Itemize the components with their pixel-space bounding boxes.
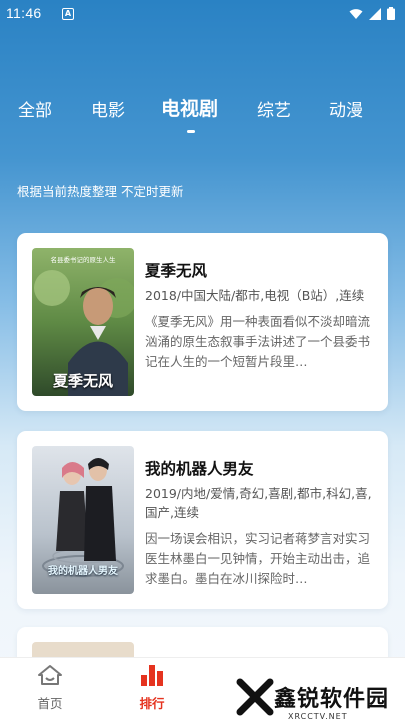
tab-movie[interactable]: 电影 [91,96,125,121]
tab-active-indicator [187,130,195,133]
bar-chart-icon [141,665,163,686]
category-tabs: 全部 电影 电视剧 综艺 动漫 [0,96,405,140]
notification-icon: A [62,8,74,20]
battery-icon [387,7,395,20]
status-icons [349,7,395,20]
nav-home-label: 首页 [37,696,63,711]
nav-home[interactable]: 首页 [20,664,80,712]
status-time: 11:46 [6,5,42,21]
wifi-icon [349,8,363,19]
nav-rank[interactable]: 排行 [122,664,182,712]
show-meta: 2019/内地/爱情,奇幻,喜剧,都市,科幻,喜,国产,连续 [145,486,372,520]
show-description: 《夏季无风》用一种表面看似不淡却暗流汹涌的原生态叙事手法讲述了一个县委书记在人生… [145,314,371,369]
list-subtitle: 根据当前热度整理 不定时更新 [17,184,184,199]
poster-caption: 名县委书记的原生人生 [50,256,116,264]
show-title: 夏季无风 [145,262,208,280]
status-bar: 11:46 A [0,0,405,28]
tab-anime[interactable]: 动漫 [329,96,363,121]
nav-rank-label: 排行 [139,696,165,711]
tab-all[interactable]: 全部 [18,96,52,121]
show-meta: 2018/中国大陆/都市,电视（B站）,连续 [145,288,365,303]
home-icon [38,665,62,685]
show-poster: 我的机器人男友 [32,446,134,594]
tab-tv-series[interactable]: 电视剧 [161,94,218,121]
tab-variety[interactable]: 综艺 [257,96,291,121]
show-poster: 名县委书记的原生人生 夏季无风 [32,248,134,396]
watermark-logo-icon [236,678,274,716]
watermark-subtext: XRCCTV.NET [287,712,348,720]
poster-title: 我的机器人男友 [48,566,118,577]
signal-icon [369,7,381,20]
show-title: 我的机器人男友 [145,460,254,478]
watermark: 鑫锐软件园 XRCCTV.NET [236,678,389,720]
show-card[interactable]: 名县委书记的原生人生 夏季无风 夏季无风 2018/中国大陆/都市,电视（B站）… [17,233,388,411]
watermark-text: 鑫锐软件园 [273,687,389,712]
poster-title: 夏季无风 [52,372,113,390]
show-card[interactable]: 我的机器人男友 我的机器人男友 2019/内地/爱情,奇幻,喜剧,都市,科幻,喜… [17,431,388,609]
bottom-nav: 首页 排行 鑫锐软件园 XRCCTV.NET [0,657,405,720]
show-description: 因一场误会相识，实习记者蒋梦言对实习医生林墨白一见钟情，开始主动出击，追求墨白。… [145,531,371,586]
